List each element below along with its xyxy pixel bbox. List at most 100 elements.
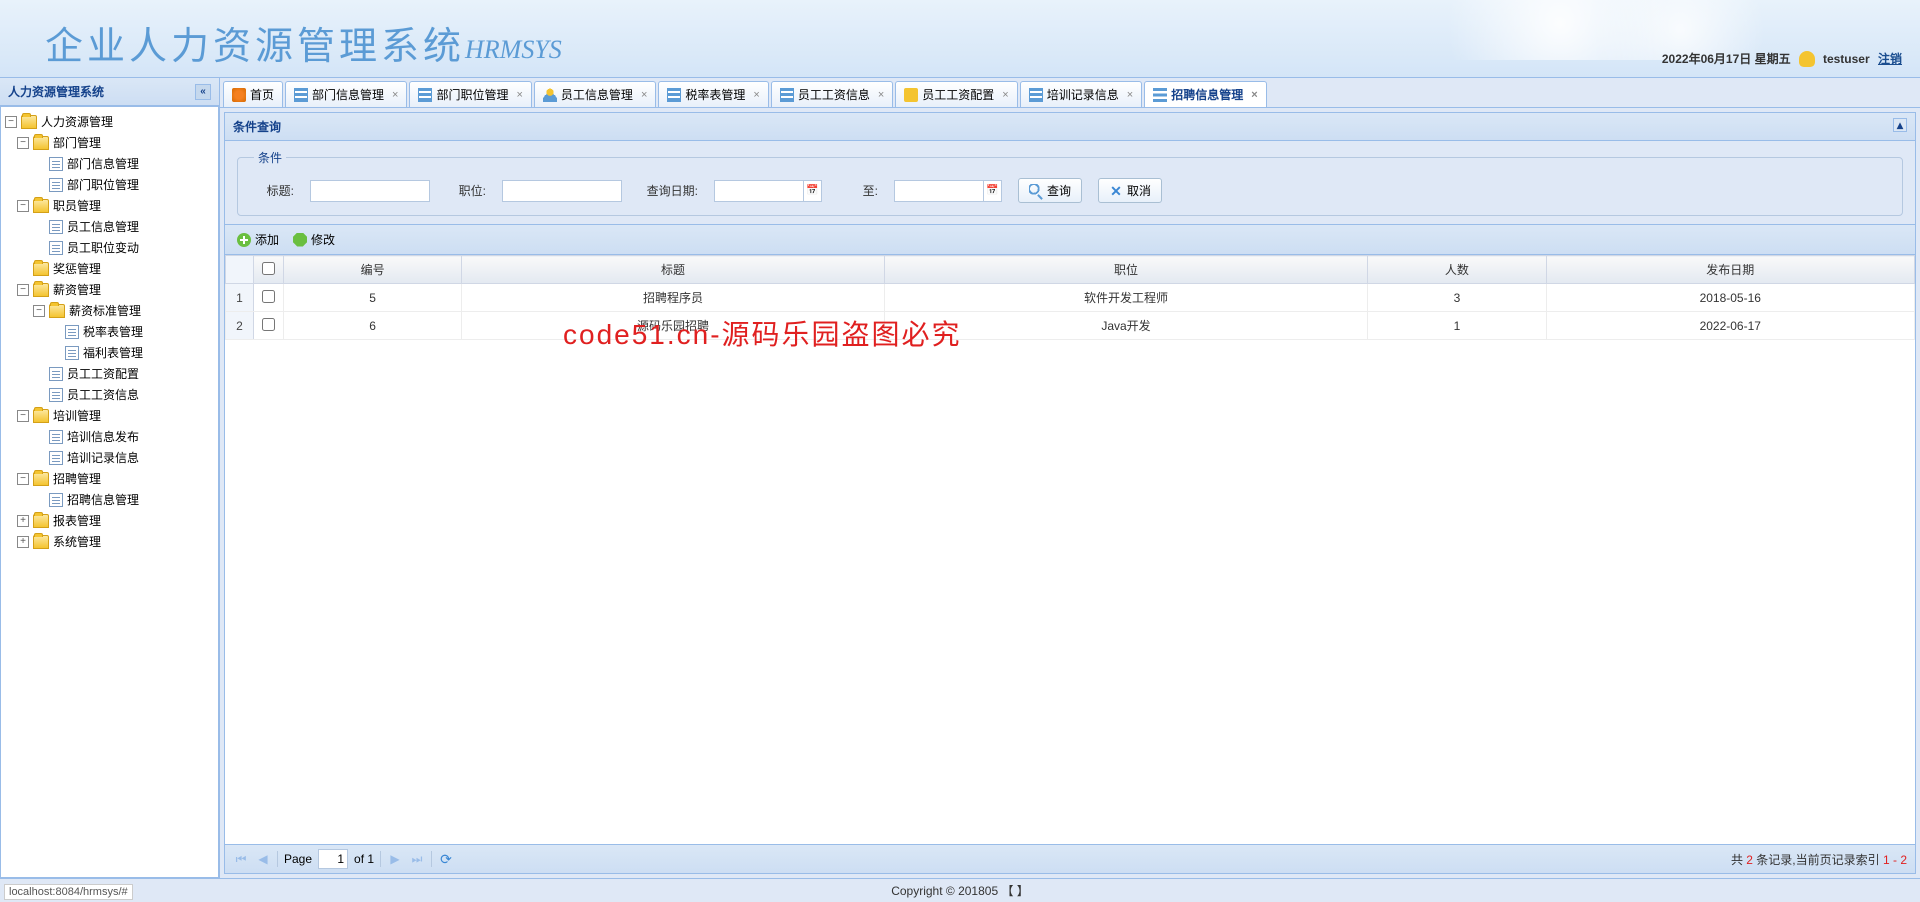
tab-emp-info[interactable]: 员工信息管理× xyxy=(534,81,656,107)
input-date-from[interactable] xyxy=(714,180,804,202)
pager-info: 共 2 条记录,当前页记录索引 1 - 2 xyxy=(1731,851,1907,868)
next-page-button[interactable]: ▶ xyxy=(387,851,403,867)
tree-emp-change[interactable]: 员工职位变动 xyxy=(5,237,214,258)
pager: ⏮ ◀ Page of 1 ▶ ⏭ ⟳ 共 2 条记录,当前页记录索引 1 - … xyxy=(225,844,1915,873)
data-grid: 编号 标题 职位 人数 发布日期 15招聘程序员软件开发工程师32018-05-… xyxy=(225,255,1915,844)
close-icon[interactable]: × xyxy=(1251,89,1257,101)
tab-recruit-info[interactable]: 招聘信息管理× xyxy=(1144,81,1266,107)
col-position[interactable]: 职位 xyxy=(884,256,1368,284)
main-panel: 条件查询 ▴ 条件 标题: 职位: 查询日期: 📅 至: 📅 查询 xyxy=(224,112,1916,874)
input-position[interactable] xyxy=(502,180,622,202)
logout-link[interactable]: 注销 xyxy=(1878,52,1902,66)
refresh-button[interactable]: ⟳ xyxy=(438,851,454,867)
input-date-to[interactable] xyxy=(894,180,984,202)
tab-tax[interactable]: 税率表管理× xyxy=(658,81,768,107)
search-icon xyxy=(1029,184,1043,198)
edit-button[interactable]: 修改 xyxy=(289,229,339,250)
tree-reward[interactable]: 奖惩管理 xyxy=(5,258,214,279)
label-date-from: 查询日期: xyxy=(638,182,698,199)
tree-dept-info[interactable]: 部门信息管理 xyxy=(5,153,214,174)
tree-dept[interactable]: −部门管理 xyxy=(5,132,214,153)
tree-salary-std[interactable]: −薪资标准管理 xyxy=(5,300,214,321)
user-icon xyxy=(543,88,557,102)
col-id[interactable]: 编号 xyxy=(284,256,462,284)
tree-tax[interactable]: 税率表管理 xyxy=(5,321,214,342)
tab-strip: 首页 部门信息管理× 部门职位管理× 员工信息管理× 税率表管理× 员工工资信息… xyxy=(220,78,1920,108)
home-icon xyxy=(232,88,246,102)
header: 企业人力资源管理系统 HRMSYS 2022年06月17日 星期五 testus… xyxy=(0,0,1920,78)
collapse-icon[interactable]: « xyxy=(195,84,211,100)
close-icon[interactable]: × xyxy=(516,89,522,101)
col-title[interactable]: 标题 xyxy=(462,256,885,284)
table-row[interactable]: 26源码乐园招聘Java开发12022-06-17 xyxy=(226,312,1915,340)
cancel-button[interactable]: ✕取消 xyxy=(1098,178,1162,203)
tree-recruit[interactable]: −招聘管理 xyxy=(5,468,214,489)
query-button[interactable]: 查询 xyxy=(1018,178,1082,203)
user-icon xyxy=(1799,51,1815,67)
label-position: 职位: xyxy=(446,182,486,199)
last-page-button[interactable]: ⏭ xyxy=(409,851,425,867)
tree-emp[interactable]: −职员管理 xyxy=(5,195,214,216)
prev-page-button[interactable]: ◀ xyxy=(255,851,271,867)
tree-recruit-info[interactable]: 招聘信息管理 xyxy=(5,489,214,510)
tree-welfare[interactable]: 福利表管理 xyxy=(5,342,214,363)
tab-salary-info[interactable]: 员工工资信息× xyxy=(771,81,893,107)
col-count[interactable]: 人数 xyxy=(1368,256,1546,284)
copyright: Copyright © 201805 【 】 xyxy=(891,882,1029,899)
tree-system[interactable]: +系统管理 xyxy=(5,531,214,552)
tree-dept-pos[interactable]: 部门职位管理 xyxy=(5,174,214,195)
close-icon[interactable]: × xyxy=(1127,89,1133,101)
label-title: 标题: xyxy=(254,182,294,199)
cancel-icon: ✕ xyxy=(1109,184,1123,198)
add-button[interactable]: 添加 xyxy=(233,229,283,250)
tree-training-pub[interactable]: 培训信息发布 xyxy=(5,426,214,447)
tree-report[interactable]: +报表管理 xyxy=(5,510,214,531)
first-page-button[interactable]: ⏮ xyxy=(233,851,249,867)
tree-training-rec[interactable]: 培训记录信息 xyxy=(5,447,214,468)
collapse-up-icon[interactable]: ▴ xyxy=(1893,118,1907,132)
grid-icon xyxy=(1029,88,1043,102)
page-input[interactable] xyxy=(318,849,348,869)
row-checkbox[interactable] xyxy=(262,318,275,331)
page-total: of 1 xyxy=(354,852,374,866)
list-icon xyxy=(1153,88,1167,102)
sidebar-title: 人力资源管理系统 « xyxy=(0,78,219,106)
tree-salary-info[interactable]: 员工工资信息 xyxy=(5,384,214,405)
calendar-icon[interactable]: 📅 xyxy=(984,180,1002,202)
close-icon[interactable]: × xyxy=(753,89,759,101)
grid-icon xyxy=(418,88,432,102)
tab-dept-info[interactable]: 部门信息管理× xyxy=(285,81,407,107)
close-icon[interactable]: × xyxy=(392,89,398,101)
calendar-icon[interactable]: 📅 xyxy=(804,180,822,202)
row-checkbox[interactable] xyxy=(262,290,275,303)
tree-emp-info[interactable]: 员工信息管理 xyxy=(5,216,214,237)
table-row[interactable]: 15招聘程序员软件开发工程师32018-05-16 xyxy=(226,284,1915,312)
status-bar: localhost:8084/hrmsys/# xyxy=(4,884,133,900)
add-icon xyxy=(237,233,251,247)
grid-header-row: 编号 标题 职位 人数 发布日期 xyxy=(226,256,1915,284)
grid-icon xyxy=(294,88,308,102)
select-all-checkbox[interactable] xyxy=(262,262,275,275)
fieldset-legend: 条件 xyxy=(254,149,286,166)
tab-training-rec[interactable]: 培训记录信息× xyxy=(1020,81,1142,107)
username: testuser xyxy=(1823,52,1870,66)
tree-salary[interactable]: −薪资管理 xyxy=(5,279,214,300)
tab-dept-pos[interactable]: 部门职位管理× xyxy=(409,81,531,107)
app-title: 企业人力资源管理系统 xyxy=(45,15,465,70)
edit-icon xyxy=(293,233,307,247)
tree-training[interactable]: −培训管理 xyxy=(5,405,214,426)
tree-root[interactable]: −人力资源管理 xyxy=(5,111,214,132)
tree-salary-cfg[interactable]: 员工工资配置 xyxy=(5,363,214,384)
input-title[interactable] xyxy=(310,180,430,202)
page-label: Page xyxy=(284,852,312,866)
col-date[interactable]: 发布日期 xyxy=(1546,256,1914,284)
close-icon[interactable]: × xyxy=(1002,89,1008,101)
close-icon[interactable]: × xyxy=(641,89,647,101)
panel-header: 条件查询 ▴ xyxy=(225,113,1915,141)
tab-home[interactable]: 首页 xyxy=(223,81,283,107)
close-icon[interactable]: × xyxy=(878,89,884,101)
tab-salary-cfg[interactable]: 员工工资配置× xyxy=(895,81,1017,107)
label-date-to: 至: xyxy=(838,182,878,199)
header-userinfo: 2022年06月17日 星期五 testuser 注销 xyxy=(1662,50,1902,67)
grid-toolbar: 添加 修改 xyxy=(225,224,1915,255)
